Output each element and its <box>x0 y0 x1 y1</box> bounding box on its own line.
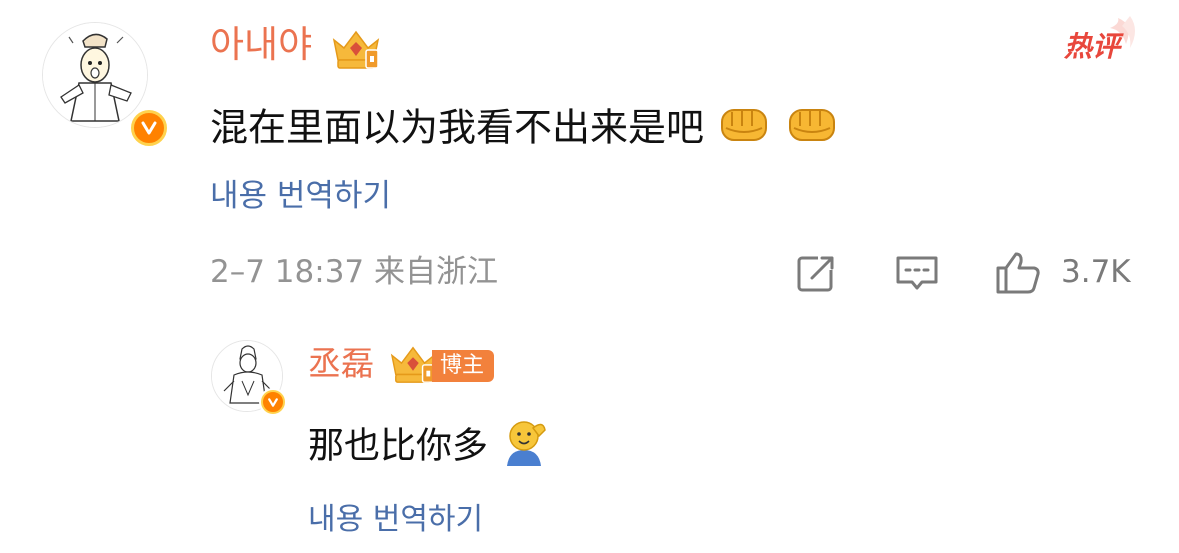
fist-emoji-icon <box>784 100 840 160</box>
commenter-username[interactable]: 아내야 <box>210 22 312 68</box>
comment-body: 混在里面以为我看不出来是吧 <box>210 100 840 160</box>
cartoon-avatar-image <box>43 23 147 127</box>
comment-text: 混在里面以为我看不出来是吧 <box>210 105 705 150</box>
comment-icon[interactable] <box>894 250 940 296</box>
comment-meta: 2–7 18:37 来自浙江 <box>210 254 498 290</box>
like-count: 3.7K <box>1061 254 1131 290</box>
salute-emoji-icon <box>499 416 549 479</box>
reply-text: 那也比你多 <box>308 425 489 467</box>
verified-badge-icon <box>131 110 167 146</box>
share-icon[interactable] <box>794 250 840 296</box>
hot-comment-badge: 热评 <box>1060 14 1140 66</box>
vip-crown-icon <box>328 26 384 72</box>
fist-emoji-icon <box>716 100 772 160</box>
reply-username[interactable]: 丞磊 <box>308 342 374 386</box>
reply-body: 那也比你多 <box>308 416 549 479</box>
blogger-badge: 博主 <box>432 350 495 382</box>
hot-comment-label: 热评 <box>1063 30 1124 63</box>
verified-badge-icon <box>261 390 285 414</box>
like-icon[interactable] <box>994 248 1042 296</box>
reply-translate-link[interactable]: 내용 번역하기 <box>308 500 483 540</box>
commenter-avatar[interactable] <box>42 22 148 128</box>
translate-link[interactable]: 내용 번역하기 <box>210 176 391 216</box>
